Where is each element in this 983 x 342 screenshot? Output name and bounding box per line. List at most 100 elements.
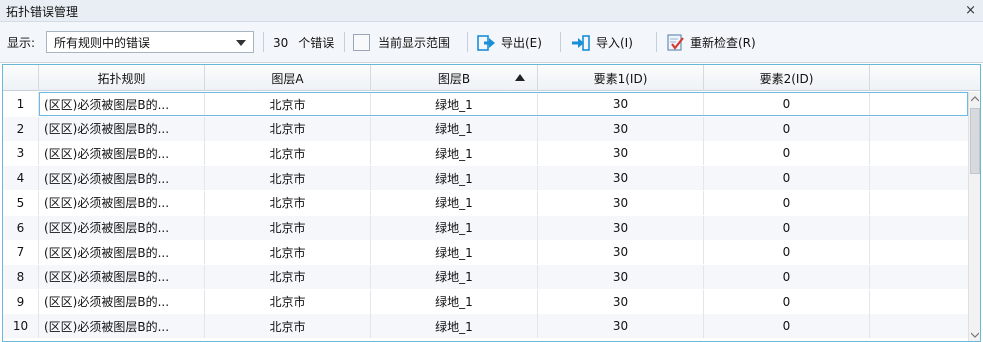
window-title: 拓扑错误管理 [6,5,79,19]
cell-feature2-id: 0 [704,215,870,240]
cell-feature1-id: 30 [538,215,704,240]
cell-topology-rule: (区区)必须被图层B的... [39,264,205,289]
table-row[interactable]: 5 (区区)必须被图层B的... 北京市 绿地_1 30 0 [3,190,968,215]
cell-feature2-id: 0 [704,92,870,116]
header-layer-b[interactable]: 图层B [371,65,538,91]
cell-feature1-id: 30 [538,92,704,116]
scroll-down-icon[interactable] [969,328,980,341]
cell-layer-b: 绿地_1 [371,166,538,191]
cell-layer-a: 北京市 [205,116,371,141]
cell-layer-a: 北京市 [205,190,371,215]
cell-feature2-id: 0 [704,314,870,339]
scrollbar-thumb[interactable] [970,108,980,174]
current-range-label-wrap: 当前显示范围 [378,22,450,63]
display-label: 显示: [7,36,36,50]
cell-feature1-id: 30 [538,314,704,339]
row-number: 9 [3,289,39,314]
cell-layer-a: 北京市 [205,166,371,191]
cell-topology-rule: (区区)必须被图层B的... [39,92,205,116]
table-header: 拓扑规则 图层A 图层B 要素1(ID) 要素2(ID) [3,65,980,91]
cell-layer-a: 北京市 [205,289,371,314]
table-row[interactable]: 10 (区区)必须被图层B的... 北京市 绿地_1 30 0 [3,314,968,339]
check-document-icon [667,34,684,51]
row-number: 10 [3,314,39,339]
close-icon[interactable]: × [965,3,976,18]
cell-layer-b: 绿地_1 [371,141,538,166]
toolbar-separator [263,32,264,52]
table-row[interactable]: 4 (区区)必须被图层B的... 北京市 绿地_1 30 0 [3,166,968,191]
cell-topology-rule: (区区)必须被图层B的... [39,240,205,265]
cell-feature2-id: 0 [704,166,870,191]
table-row[interactable]: 6 (区区)必须被图层B的... 北京市 绿地_1 30 0 [3,215,968,240]
cell-layer-b: 绿地_1 [371,215,538,240]
vertical-scrollbar[interactable] [968,92,980,341]
error-count-wrap: 30 个错误 [273,22,334,63]
cell-topology-rule: (区区)必须被图层B的... [39,116,205,141]
title-bar: 拓扑错误管理 × [0,0,983,22]
row-number: 6 [3,215,39,240]
recheck-label: 重新检查(R) [690,36,756,50]
sort-ascending-icon [515,74,525,81]
scroll-up-icon[interactable] [969,92,980,106]
cell-feature1-id: 30 [538,166,704,191]
recheck-button[interactable]: 重新检查(R) [666,31,756,54]
row-number: 7 [3,240,39,265]
row-number: 2 [3,116,39,141]
display-filter-value: 所有规则中的错误 [54,35,151,50]
chevron-down-icon [236,40,246,46]
cell-feature1-id: 30 [538,240,704,265]
error-count: 30 [273,35,289,50]
cell-layer-b: 绿地_1 [371,190,538,215]
table-row[interactable]: 1 (区区)必须被图层B的... 北京市 绿地_1 30 0 [3,92,968,116]
export-label: 导出(E) [501,36,542,50]
table-row[interactable]: 7 (区区)必须被图层B的... 北京市 绿地_1 30 0 [3,240,968,265]
header-layer-a[interactable]: 图层A [205,65,371,91]
cell-topology-rule: (区区)必须被图层B的... [39,314,205,339]
cell-topology-rule: (区区)必须被图层B的... [39,215,205,240]
cell-layer-a: 北京市 [205,215,371,240]
error-count-unit: 个错误 [298,36,335,50]
cell-feature2-id: 0 [704,264,870,289]
header-filler [870,65,980,91]
import-arrow-icon [572,34,590,51]
cell-layer-b: 绿地_1 [371,116,538,141]
header-feature2-id[interactable]: 要素2(ID) [704,65,870,91]
table-row[interactable]: 3 (区区)必须被图层B的... 北京市 绿地_1 30 0 [3,141,968,166]
table-row[interactable]: 9 (区区)必须被图层B的... 北京市 绿地_1 30 0 [3,289,968,314]
cell-feature2-id: 0 [704,289,870,314]
toolbar-separator [344,32,345,52]
table-row[interactable]: 8 (区区)必须被图层B的... 北京市 绿地_1 30 0 [3,264,968,289]
export-button[interactable]: 导出(E) [476,31,542,54]
error-table: 拓扑规则 图层A 图层B 要素1(ID) 要素2(ID) 1 (区区)必须被图层B… [2,64,981,342]
header-feature1-id[interactable]: 要素1(ID) [538,65,704,91]
header-row-number [3,65,39,91]
toolbar-separator [560,32,561,52]
cell-feature1-id: 30 [538,190,704,215]
cell-layer-b: 绿地_1 [371,92,538,116]
current-range-checkbox[interactable] [353,34,370,51]
export-arrow-icon [477,34,495,51]
cell-topology-rule: (区区)必须被图层B的... [39,190,205,215]
cell-layer-b: 绿地_1 [371,314,538,339]
cell-topology-rule: (区区)必须被图层B的... [39,166,205,191]
cell-layer-b: 绿地_1 [371,289,538,314]
row-number: 8 [3,264,39,289]
cell-feature1-id: 30 [538,264,704,289]
cell-feature1-id: 30 [538,141,704,166]
cell-layer-a: 北京市 [205,141,371,166]
row-number: 1 [3,92,39,116]
header-topology-rule[interactable]: 拓扑规则 [39,65,205,91]
display-filter-select[interactable]: 所有规则中的错误 [46,31,254,53]
cell-layer-b: 绿地_1 [371,240,538,265]
cell-feature2-id: 0 [704,240,870,265]
table-row[interactable]: 2 (区区)必须被图层B的... 北京市 绿地_1 30 0 [3,116,968,141]
row-number: 4 [3,166,39,191]
cell-layer-a: 北京市 [205,314,371,339]
display-label-wrap: 显示: [7,22,35,63]
row-number: 3 [3,141,39,166]
current-range-label: 当前显示范围 [378,36,451,50]
cell-feature1-id: 30 [538,289,704,314]
import-button[interactable]: 导入(I) [571,31,633,54]
cell-feature2-id: 0 [704,141,870,166]
cell-layer-a: 北京市 [205,264,371,289]
